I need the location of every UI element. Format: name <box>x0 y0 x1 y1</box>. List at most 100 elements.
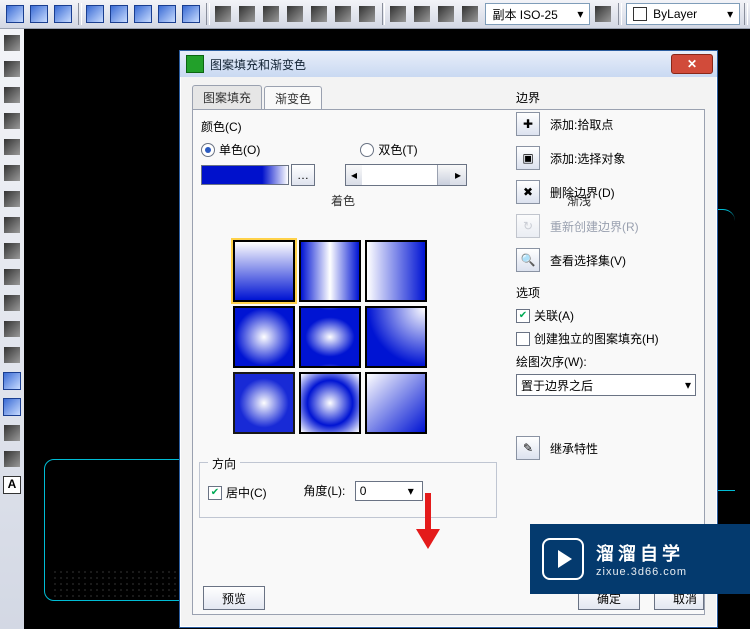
checkbox-label: 创建独立的图案填充(H) <box>534 330 659 347</box>
layer-color-dropdown[interactable]: ByLayer ▾ <box>626 3 740 25</box>
spline-tool-icon[interactable] <box>28 2 50 26</box>
slider-left-icon[interactable]: ◂ <box>346 165 362 185</box>
gradient-style-2[interactable] <box>299 240 361 302</box>
dim-linear-icon[interactable] <box>212 2 234 26</box>
dim-radius-icon[interactable] <box>260 2 282 26</box>
gradient-style-6[interactable] <box>365 306 427 368</box>
watermark-url: zixue.3d66.com <box>596 566 687 578</box>
preview-button[interactable]: 预览 <box>203 586 265 610</box>
boundary-title: 边界 <box>516 89 706 106</box>
left-toolbar: A <box>0 29 25 629</box>
slider-thumb[interactable] <box>437 165 450 185</box>
tolerance-icon[interactable] <box>387 2 409 26</box>
options-title: 选项 <box>516 284 706 301</box>
select-object-icon: ▣ <box>516 146 540 170</box>
add-pick-point-button[interactable]: ✚ 添加:拾取点 <box>516 112 706 136</box>
separator <box>744 3 748 25</box>
gradient-style-7[interactable] <box>233 372 295 434</box>
color-picker-button[interactable]: … <box>291 164 315 186</box>
annotation-arrow-icon <box>416 493 440 553</box>
radio-label: 单色(O) <box>219 141 260 158</box>
arc2-tool-icon[interactable] <box>0 135 24 159</box>
view-selection-button[interactable]: 🔍 查看选择集(V) <box>516 248 706 272</box>
circle2-tool-icon[interactable] <box>0 161 24 185</box>
gradient-style-5[interactable] <box>299 306 361 368</box>
checkbox-icon <box>516 309 530 323</box>
ellipse-tool-icon[interactable] <box>52 2 74 26</box>
point-tool-icon[interactable] <box>0 343 24 367</box>
watermark-title: 溜溜自学 <box>596 540 687 566</box>
checkbox-icon <box>516 332 530 346</box>
gradient-style-4[interactable] <box>233 306 295 368</box>
revcloud-tool-icon[interactable] <box>0 187 24 211</box>
tint-slider[interactable]: ◂ ▸ <box>345 164 467 186</box>
zoom-window-icon[interactable] <box>108 2 130 26</box>
chevron-down-icon: ▾ <box>727 7 733 21</box>
radio-twocolor[interactable]: 双色(T) <box>360 141 417 158</box>
gradient-tool-icon[interactable] <box>0 395 24 419</box>
add-select-object-button[interactable]: ▣ 添加:选择对象 <box>516 146 706 170</box>
tab-gradient[interactable]: 渐变色 <box>264 86 322 110</box>
remove-boundary-icon: ✖ <box>516 180 540 204</box>
slider-right-icon[interactable]: ▸ <box>450 165 466 185</box>
centered-checkbox[interactable]: 居中(C) <box>208 484 267 501</box>
color-swatch-icon <box>633 7 647 21</box>
inherit-properties-button[interactable]: ✎ 继承特性 <box>516 436 706 460</box>
radio-monochrome[interactable]: 单色(O) <box>201 141 260 158</box>
dim-arc-icon[interactable] <box>332 2 354 26</box>
dimstyle-dropdown[interactable]: 副本 ISO-25 ▾ <box>485 3 590 25</box>
gradient-style-8[interactable] <box>299 372 361 434</box>
arc-tool-icon[interactable] <box>4 2 26 26</box>
leader-icon[interactable] <box>411 2 433 26</box>
draw-order-value: 置于边界之后 <box>521 377 593 394</box>
magnifier-icon: 🔍 <box>516 248 540 272</box>
remove-boundary-button[interactable]: ✖ 删除边界(D) <box>516 180 706 204</box>
gradient-style-9[interactable] <box>365 372 427 434</box>
angle-label: 角度(L): <box>303 484 345 498</box>
mtext-tool-icon[interactable]: A <box>0 473 24 497</box>
zoom-ext-icon[interactable] <box>156 2 178 26</box>
polygon-tool-icon[interactable] <box>0 83 24 107</box>
pline-tool-icon[interactable] <box>0 57 24 81</box>
direction-legend: 方向 <box>208 455 240 472</box>
play-icon <box>542 538 584 580</box>
chevron-down-icon: ▾ <box>685 378 691 392</box>
gradient-style-3[interactable] <box>365 240 427 302</box>
circle-tool-icon[interactable] <box>84 2 106 26</box>
zoom-prev-icon[interactable] <box>132 2 154 26</box>
dim-aligned-icon[interactable] <box>236 2 258 26</box>
tab-pattern[interactable]: 图案填充 <box>192 85 262 109</box>
dim-update-icon[interactable] <box>592 2 614 26</box>
ellipse2-tool-icon[interactable] <box>0 239 24 263</box>
block-tool-icon[interactable] <box>0 317 24 341</box>
inherit-icon: ✎ <box>516 436 540 460</box>
dim-ord-icon[interactable] <box>356 2 378 26</box>
close-button[interactable]: ✕ <box>671 54 713 74</box>
chevron-down-icon: ▾ <box>577 7 583 21</box>
associative-checkbox[interactable]: 关联(A) <box>516 307 706 324</box>
rect-tool-icon[interactable] <box>0 109 24 133</box>
dialog-title: 图案填充和渐变色 <box>210 56 671 73</box>
button-label: 添加:选择对象 <box>550 150 625 167</box>
angle-dropdown[interactable]: 0 ▾ <box>355 481 423 501</box>
draw-order-dropdown[interactable]: 置于边界之后 ▾ <box>516 374 696 396</box>
dialog-icon <box>186 55 204 73</box>
recreate-boundary-icon: ↻ <box>516 214 540 238</box>
table-tool-icon[interactable] <box>0 447 24 471</box>
dim-diameter-icon[interactable] <box>284 2 306 26</box>
gradient-color-swatch[interactable] <box>201 165 289 185</box>
region-tool-icon[interactable] <box>0 421 24 445</box>
spline2-tool-icon[interactable] <box>0 213 24 237</box>
dialog-titlebar[interactable]: 图案填充和渐变色 ✕ <box>180 51 717 77</box>
line-tool-icon[interactable] <box>0 31 24 55</box>
hatch-tool-icon[interactable] <box>0 369 24 393</box>
ellipsearc-tool-icon[interactable] <box>0 265 24 289</box>
independent-hatch-checkbox[interactable]: 创建独立的图案填充(H) <box>516 330 706 347</box>
dim-baseline-icon[interactable] <box>459 2 481 26</box>
gradient-style-1[interactable] <box>233 240 295 302</box>
dim-angle-icon[interactable] <box>308 2 330 26</box>
quickdim-icon[interactable] <box>435 2 457 26</box>
layer-color-value: ByLayer <box>653 7 697 21</box>
pan-icon[interactable] <box>180 2 202 26</box>
insert-tool-icon[interactable] <box>0 291 24 315</box>
